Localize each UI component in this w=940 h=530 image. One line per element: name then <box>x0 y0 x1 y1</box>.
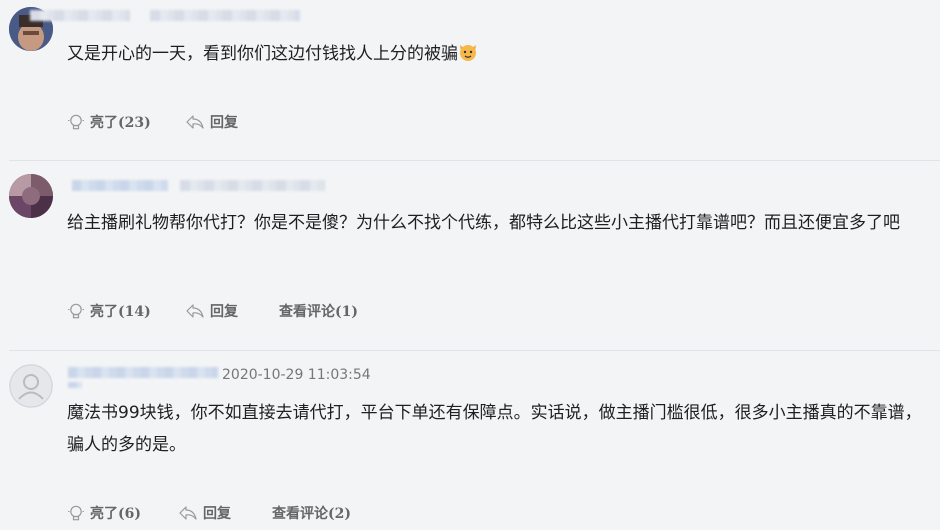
view-replies-label: 查看评论(1) <box>279 304 358 320</box>
reply-label: 回复 <box>203 506 231 522</box>
username-redacted <box>68 367 218 378</box>
reply-button[interactable]: 回复 <box>178 503 231 523</box>
comment-3: 2020-10-29 11:03:54 魔法书99块钱，你不如直接去请代打，平台… <box>0 351 940 530</box>
comment-text: 魔法书99块钱，你不如直接去请代打，平台下单还有保障点。实话说，做主播门槛很低，… <box>67 403 922 455</box>
reply-label: 回复 <box>210 304 238 320</box>
view-replies-label: 查看评论(2) <box>272 506 351 522</box>
username-redacted-tail <box>68 382 82 388</box>
like-label: 亮了(14) <box>90 304 151 320</box>
view-replies-link[interactable]: 查看评论(1) <box>279 301 358 321</box>
reply-label: 回复 <box>210 115 238 131</box>
lightbulb-icon <box>68 505 84 521</box>
reply-button[interactable]: 回复 <box>185 301 238 321</box>
reply-button[interactable]: 回复 <box>185 112 238 132</box>
user-placeholder-icon <box>9 364 53 408</box>
default-avatar[interactable] <box>9 364 53 408</box>
username-redacted <box>30 10 130 21</box>
like-label: 亮了(23) <box>90 115 151 131</box>
view-replies-link[interactable]: 查看评论(2) <box>272 503 351 523</box>
comment-2: 给主播刷礼物帮你代打？你是不是傻？为什么不找个代练，都特么比这些小主播代打靠谱吧… <box>0 161 940 350</box>
user-photo-icon <box>9 174 53 218</box>
comment-timestamp: 2020-10-29 11:03:54 <box>222 367 371 383</box>
lightbulb-icon <box>68 114 84 130</box>
like-button[interactable]: 亮了(23) <box>67 112 151 132</box>
like-button[interactable]: 亮了(14) <box>67 301 151 321</box>
reply-arrow-icon <box>186 304 204 318</box>
avatar[interactable] <box>9 174 53 218</box>
meta-redacted <box>180 180 325 191</box>
reply-arrow-icon <box>186 115 204 129</box>
like-button[interactable]: 亮了(6) <box>67 503 141 523</box>
comment-text: 又是开心的一天，看到你们这边付钱找人上分的被骗 <box>67 38 927 70</box>
comment-1: 又是开心的一天，看到你们这边付钱找人上分的被骗 亮了(23) 回复 <box>0 0 940 160</box>
reply-arrow-icon <box>179 506 197 520</box>
comment-text: 给主播刷礼物帮你代打？你是不是傻？为什么不找个代练，都特么比这些小主播代打靠谱吧… <box>67 213 900 233</box>
like-label: 亮了(6) <box>90 506 141 522</box>
lightbulb-icon <box>68 303 84 319</box>
meta-redacted <box>150 10 300 21</box>
username-redacted <box>72 180 168 191</box>
cat-face-icon <box>460 45 476 61</box>
